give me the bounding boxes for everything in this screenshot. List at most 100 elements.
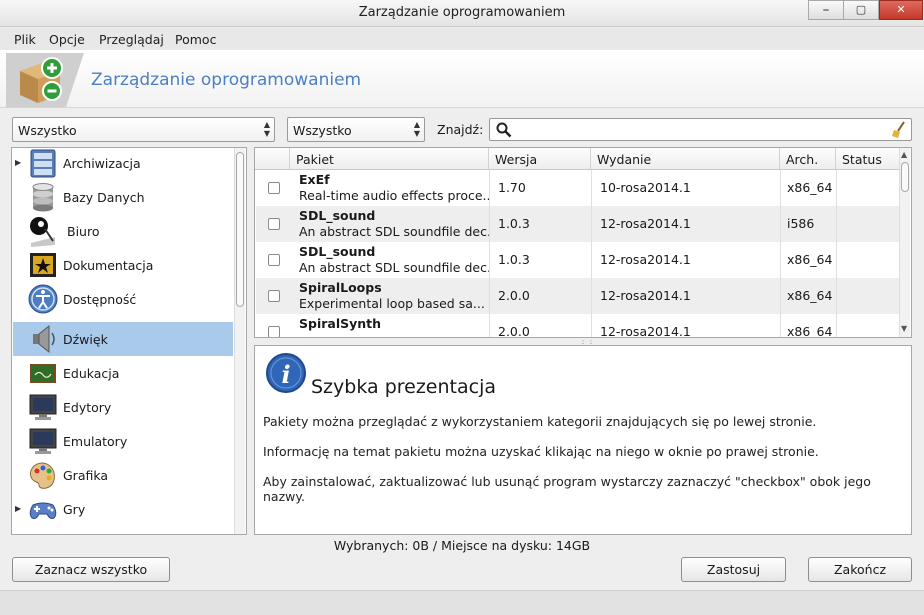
package-arch: x86_64 — [787, 324, 833, 338]
row-checkbox[interactable] — [268, 290, 280, 302]
spin-arrows-icon: ▲ ▼ — [413, 120, 420, 138]
category-label: Gry — [63, 502, 86, 517]
table-row[interactable]: SpiralSynth 2.0.0 12-rosa2014.1 x86_64 — [256, 314, 899, 338]
category-label: Biuro — [67, 224, 100, 239]
info-title: Szybka prezentacja — [311, 376, 496, 398]
category-games[interactable]: ▶ Gry — [13, 492, 233, 526]
package-name: SDL_sound — [299, 208, 376, 223]
column-separator — [489, 170, 490, 337]
spin-arrows-icon: ▲ ▼ — [263, 120, 270, 138]
package-description: Real-time audio effects proce... — [299, 188, 489, 203]
package-release: 12-rosa2014.1 — [600, 288, 691, 303]
package-arch: x86_64 — [787, 288, 833, 303]
table-row[interactable]: SDL_sound An abstract SDL soundfile dec.… — [256, 206, 899, 242]
package-description: An abstract SDL soundfile dec... — [299, 260, 489, 275]
category-archiving[interactable]: ▶ Archiwizacja — [13, 148, 233, 180]
package-version: 2.0.0 — [498, 324, 530, 338]
package-version: 2.0.0 — [498, 288, 530, 303]
category-education[interactable]: Edukacja — [13, 356, 233, 390]
package-table: Pakiet Wersja Wydanie Arch. Status ExEf … — [254, 147, 912, 338]
category-label: Dźwięk — [63, 332, 108, 347]
clear-broom-icon[interactable] — [891, 121, 907, 139]
svg-text:i: i — [281, 360, 290, 389]
scroll-down-arrow-icon[interactable]: ▼ — [901, 324, 907, 333]
package-name: SDL_sound — [299, 244, 376, 259]
package-release: 12-rosa2014.1 — [600, 324, 691, 338]
row-checkbox[interactable] — [268, 326, 280, 337]
category-editors[interactable]: Edytory — [13, 390, 233, 424]
menu-options[interactable]: Opcje — [49, 32, 85, 47]
scroll-up-arrow-icon[interactable]: ▲ — [901, 150, 907, 159]
package-name: SpiralSynth — [299, 316, 382, 331]
category-label: Edytory — [63, 400, 112, 415]
package-manager-logo-icon — [6, 53, 84, 107]
close-button[interactable]: ✕ — [879, 0, 923, 20]
column-separator — [591, 170, 592, 337]
maximize-button[interactable]: ▢ — [843, 0, 879, 20]
package-name: SpiralLoops — [299, 280, 382, 295]
title-bar: Zarządzanie oprogramowaniem ⎯ ▢ ✕ — [0, 0, 924, 27]
find-label: Znajdź: — [437, 122, 484, 137]
column-header-release[interactable]: Wydanie — [591, 148, 780, 170]
column-header-version[interactable]: Wersja — [489, 148, 591, 170]
header-banner: Zarządzanie oprogramowaniem — [0, 50, 924, 108]
category-graphics[interactable]: Grafika — [13, 458, 233, 492]
status-filter-value: Wszystko — [293, 123, 352, 138]
info-line: Informację na temat pakietu można uzyska… — [263, 444, 819, 459]
select-all-button[interactable]: Zaznacz wszystko — [12, 557, 170, 582]
page-title: Zarządzanie oprogramowaniem — [91, 70, 362, 90]
category-emulators[interactable]: Emulatory — [13, 424, 233, 458]
menu-file[interactable]: Plik — [14, 32, 36, 47]
table-row[interactable]: SpiralLoops Experimental loop based sa..… — [256, 278, 899, 314]
quit-button[interactable]: Zakończ — [808, 557, 912, 582]
package-description: An abstract SDL soundfile dec... — [299, 224, 489, 239]
search-input[interactable] — [489, 118, 912, 141]
expand-arrow-icon[interactable]: ▶ — [15, 158, 21, 167]
window-title: Zarządzanie oprogramowaniem — [358, 5, 566, 20]
category-label: Bazy Danych — [63, 190, 145, 205]
accessibility-icon — [28, 284, 58, 314]
package-release: 10-rosa2014.1 — [600, 180, 691, 195]
status-text: Wybranych: 0B / Miejsce na dysku: 14GB — [333, 538, 591, 553]
minimize-button[interactable]: ⎯ — [808, 0, 844, 20]
info-line: Aby zainstalować, zaktualizować lub usun… — [263, 474, 871, 504]
expand-arrow-icon[interactable]: ▶ — [15, 504, 21, 513]
chalkboard-icon — [30, 364, 56, 383]
apply-button[interactable]: Zastosuj — [681, 557, 786, 582]
category-filter-select[interactable]: Wszystko ▲ ▼ — [12, 117, 275, 142]
category-label: Grafika — [63, 468, 109, 483]
menu-help[interactable]: Pomoc — [175, 32, 216, 47]
category-scrollbar[interactable] — [234, 148, 245, 534]
column-header-status[interactable]: Status — [836, 148, 900, 170]
row-checkbox[interactable] — [268, 254, 280, 266]
column-separator — [836, 170, 837, 337]
table-row[interactable]: ExEf Real-time audio effects proce... 1.… — [256, 170, 899, 206]
column-header-checkbox[interactable] — [255, 148, 290, 170]
category-accessibility[interactable]: Dostępność — [13, 282, 233, 316]
category-documentation[interactable]: Dokumentacja — [13, 248, 233, 282]
scrollbar-thumb[interactable] — [236, 152, 244, 307]
column-header-package[interactable]: Pakiet — [290, 148, 489, 170]
office-icon — [30, 217, 55, 247]
category-databases[interactable]: Bazy Danych — [13, 180, 233, 214]
category-office[interactable]: Biuro — [13, 214, 233, 248]
table-scrollbar[interactable]: ▲ ▼ — [899, 148, 910, 337]
package-version: 1.0.3 — [498, 252, 530, 267]
package-release: 12-rosa2014.1 — [600, 216, 691, 231]
menu-browse[interactable]: Przeglądaj — [99, 32, 164, 47]
category-sound[interactable]: Dźwięk — [13, 322, 233, 356]
category-label: Dostępność — [63, 292, 137, 307]
row-checkbox[interactable] — [268, 182, 280, 194]
status-filter-select[interactable]: Wszystko ▲ ▼ — [287, 117, 425, 142]
table-row[interactable]: SDL_sound An abstract SDL soundfile dec.… — [256, 242, 899, 278]
search-icon — [496, 122, 512, 138]
gamepad-icon — [29, 502, 57, 519]
row-checkbox[interactable] — [268, 218, 280, 230]
column-header-arch[interactable]: Arch. — [780, 148, 836, 170]
package-arch: x86_64 — [787, 252, 833, 267]
column-separator — [780, 170, 781, 337]
scrollbar-thumb[interactable] — [901, 162, 909, 192]
package-name: ExEf — [299, 172, 330, 187]
palette-icon — [30, 462, 55, 489]
menu-bar: Plik Opcje Przeglądaj Pomoc — [0, 28, 924, 50]
